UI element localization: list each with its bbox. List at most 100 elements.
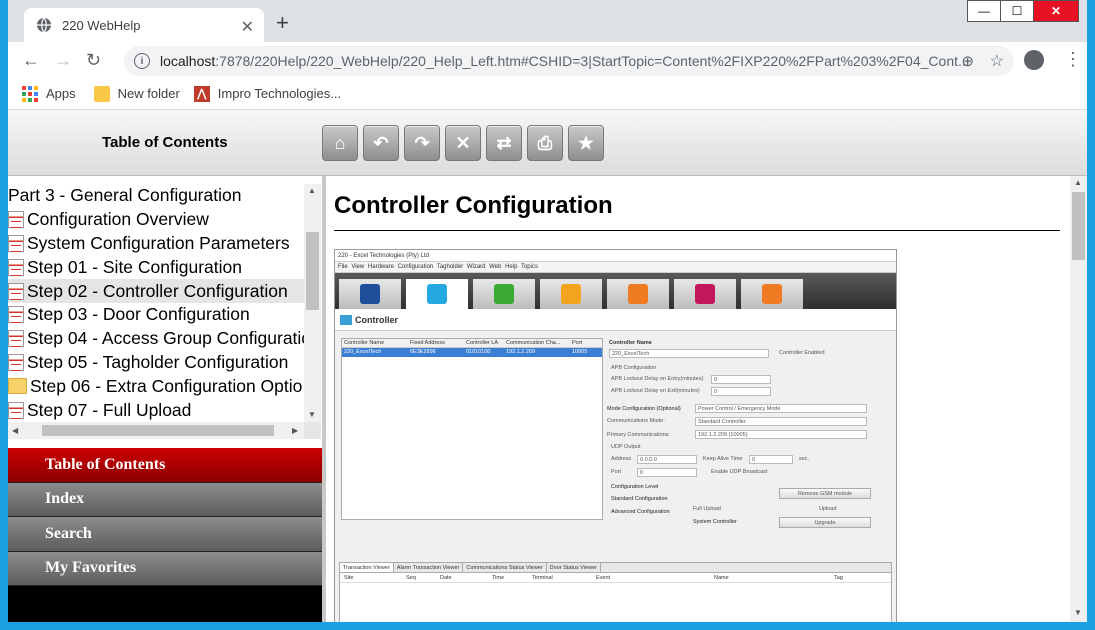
app-ribbon	[335, 273, 896, 309]
bookmark-star-icon[interactable]: ☆	[990, 51, 1004, 71]
scroll-right-icon[interactable]: ▶	[292, 426, 298, 435]
toc-item[interactable]: Step 06 - Extra Configuration Optio	[8, 374, 304, 398]
toc-item[interactable]: Step 01 - Site Configuration	[8, 255, 304, 279]
module-icon	[360, 284, 380, 304]
browser-tab[interactable]: 220 WebHelp ✕	[24, 8, 264, 42]
app-ribbon-tile	[540, 279, 602, 309]
add-favorite-button[interactable]: ★	[568, 125, 604, 161]
page-title: Controller Configuration	[334, 192, 613, 219]
webhelp-page: Table of Contents ⌂ ↶ ↷ ✕ ⇄ ⎙ ★ Part 3 -…	[8, 110, 1087, 622]
module-icon	[427, 284, 447, 304]
toc-vertical-scrollbar[interactable]: ▲ ▼	[304, 184, 321, 422]
form-label: Primary Communications:	[607, 432, 670, 438]
form-field: 0	[749, 455, 793, 464]
app-ribbon-tile	[473, 279, 535, 309]
tab-my-favorites[interactable]: My Favorites	[8, 551, 322, 586]
browser-menu-icon[interactable]: ⋮	[1064, 50, 1082, 68]
grid-column-header: Communication Cha...	[506, 340, 561, 346]
bookmark-new-folder[interactable]: New folder	[93, 85, 180, 102]
grid-column-header: Port	[572, 340, 583, 346]
scroll-up-icon[interactable]: ▲	[1074, 178, 1082, 187]
content-scrollbar[interactable]: ▲ ▼	[1070, 176, 1087, 622]
print-button[interactable]: ⎙	[527, 125, 563, 161]
form-label: Keep Alive Time	[703, 456, 743, 462]
url-path: :7878/220Help/220_WebHelp/220_Help_Left.…	[215, 53, 970, 69]
back-button[interactable]: ↶	[363, 125, 399, 161]
zoom-icon[interactable]: ⊕	[961, 52, 974, 70]
back-arrow-icon[interactable]: ←	[22, 50, 40, 71]
grid-header: Controller Name Fixed Address Controller L…	[342, 339, 602, 348]
viewer-tab: Alarm Transaction Viewer	[394, 563, 464, 572]
folder-icon	[93, 85, 110, 102]
viewer-column-header: Date	[440, 575, 452, 581]
toc-horizontal-scrollbar[interactable]: ◀ ▶	[8, 422, 304, 439]
grid-cell: 6E3E2896	[410, 349, 436, 355]
address-bar[interactable]: i localhost :7878/220Help/220_WebHelp/22…	[124, 46, 1014, 76]
scroll-thumb[interactable]	[42, 425, 274, 436]
form-label: Enable UDP Broadcast	[711, 469, 768, 475]
forward-button[interactable]: ↷	[404, 125, 440, 161]
maximize-button[interactable]: ☐	[1000, 0, 1034, 22]
new-tab-button[interactable]: +	[276, 12, 289, 34]
tab-table-of-contents[interactable]: Table of Contents	[8, 448, 322, 483]
scroll-corner	[304, 422, 321, 439]
form-label: APB Configuration	[611, 365, 657, 371]
viewer-tab: Communications Status Viewer	[463, 563, 547, 572]
module-icon	[494, 284, 514, 304]
reload-icon[interactable]: ↻	[86, 50, 101, 71]
topic-page-icon	[8, 401, 24, 419]
bookmark-label: New folder	[117, 86, 180, 101]
tab-strip: 220 WebHelp ✕ + — ☐ ✕	[8, 0, 1087, 42]
form-field: 0	[711, 375, 771, 384]
site-info-icon[interactable]: i	[134, 53, 150, 69]
bookmark-apps[interactable]: Apps	[22, 85, 76, 102]
bookmark-impro[interactable]: ⋀ Impro Technologies...	[193, 85, 341, 102]
topic-page-icon	[8, 330, 24, 348]
webhelp-toolbar: ⌂ ↶ ↷ ✕ ⇄ ⎙ ★	[322, 125, 609, 161]
home-button[interactable]: ⌂	[322, 125, 358, 161]
account-avatar-icon[interactable]	[1024, 50, 1044, 70]
toc-item-label: Step 06 - Extra Configuration Optio	[30, 375, 303, 396]
refresh-button[interactable]: ⇄	[486, 125, 522, 161]
toc-item[interactable]: Step 02 - Controller Configuration	[8, 279, 304, 303]
scroll-up-icon[interactable]: ▲	[308, 186, 316, 195]
toc-item[interactable]: Step 07 - Full Upload	[8, 398, 304, 422]
app-ribbon-tile	[607, 279, 669, 309]
scroll-thumb[interactable]	[1072, 192, 1085, 260]
toc-item[interactable]: Part 3 - General Configuration	[8, 184, 304, 208]
scroll-left-icon[interactable]: ◀	[12, 426, 18, 435]
form-field: Power Control / Emergency Mode	[695, 404, 867, 413]
forward-arrow-icon[interactable]: →	[54, 50, 72, 71]
bookmarks-bar: Apps New folder ⋀ Impro Technologies...	[8, 78, 1087, 110]
grid-row: 220_ExcelTech 6E3E2896 01010100 192.1.2.209…	[342, 348, 602, 357]
toc-item[interactable]: Step 04 - Access Group Configuratio	[8, 327, 304, 351]
form-label: sec.	[799, 456, 810, 462]
toc-item-label: Configuration Overview	[27, 209, 209, 230]
webhelp-header: Table of Contents ⌂ ↶ ↷ ✕ ⇄ ⎙ ★	[8, 110, 1087, 176]
tab-index[interactable]: Index	[8, 482, 322, 517]
viewer-column-header: Terminal	[532, 575, 553, 581]
toc-item[interactable]: Step 05 - Tagholder Configuration	[8, 351, 304, 375]
stop-button[interactable]: ✕	[445, 125, 481, 161]
toc-item[interactable]: Configuration Overview	[8, 208, 304, 232]
form-field: 0	[711, 387, 771, 396]
form-label: Port	[611, 469, 622, 475]
toc-item[interactable]: System Configuration Parameters	[8, 232, 304, 256]
minimize-button[interactable]: —	[967, 0, 1001, 22]
tab-close-icon[interactable]: ✕	[241, 17, 254, 37]
nav-footer	[8, 586, 322, 622]
close-window-button[interactable]: ✕	[1033, 0, 1079, 22]
scroll-down-icon[interactable]: ▼	[1074, 608, 1082, 617]
module-icon	[695, 284, 715, 304]
form-field: 220_ExcelTech	[609, 349, 769, 358]
grid-column-header: Controller LA	[466, 340, 499, 346]
form-label: UDP Output	[611, 444, 641, 450]
toc-item[interactable]: Step 03 - Door Configuration	[8, 303, 304, 327]
tab-search[interactable]: Search	[8, 517, 322, 552]
nav-tabs: Table of Contents Index Search My Favori…	[8, 448, 322, 586]
scroll-down-icon[interactable]: ▼	[308, 410, 316, 419]
browser-window: 220 WebHelp ✕ + — ☐ ✕ ← → ↻ i localhost …	[0, 0, 1095, 630]
viewer-tab: Door Status Viewer	[547, 563, 601, 572]
topic-page-icon	[8, 282, 24, 300]
scroll-thumb[interactable]	[306, 232, 319, 310]
